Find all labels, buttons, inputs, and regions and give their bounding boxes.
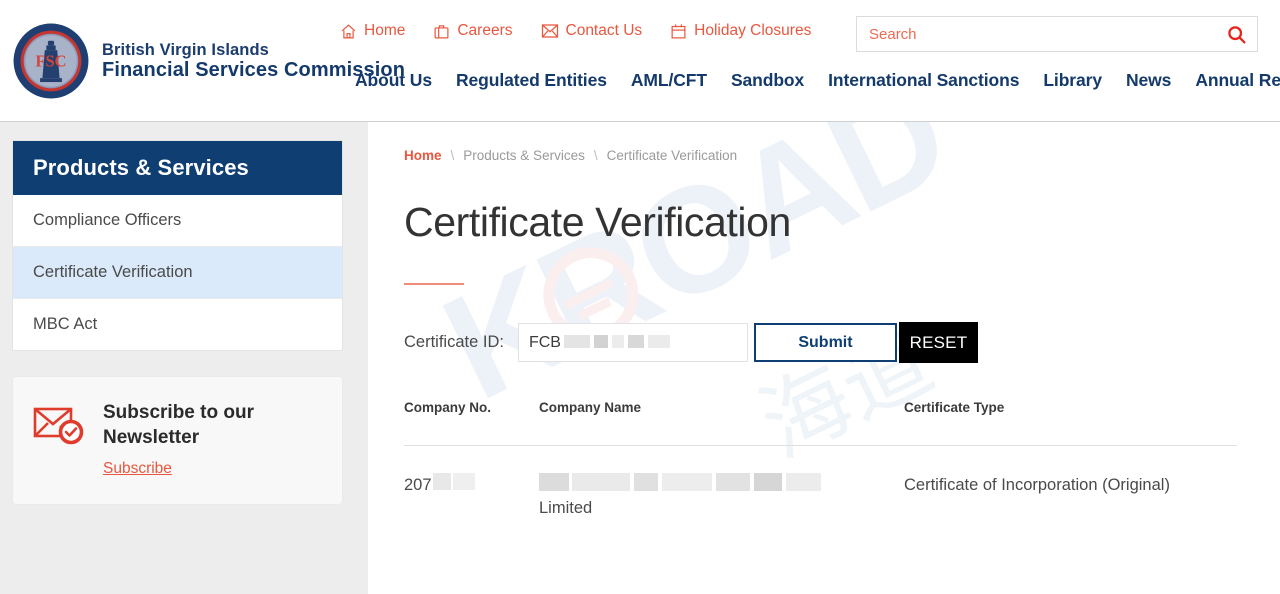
main-nav-international-sanctions[interactable]: International Sanctions [828, 70, 1019, 91]
sidebar-item-certificate-verification[interactable]: Certificate Verification [13, 247, 342, 299]
main-nav-library[interactable]: Library [1043, 70, 1102, 91]
sidebar-item-label: Certificate Verification [33, 263, 193, 281]
util-nav-holiday-closures-label: Holiday Closures [694, 22, 812, 39]
certificate-search-form: Certificate ID: Submit RESET [404, 322, 1256, 363]
results-table-body: 207 Limited Certificate of Incorporation… [404, 446, 1237, 521]
certificate-id-label: Certificate ID: [404, 333, 504, 351]
breadcrumb: Home \ Products & Services \ Certificate… [404, 148, 1256, 163]
home-icon [340, 23, 357, 40]
main-nav: About Us Regulated Entities AML/CFT Sand… [355, 70, 1280, 91]
newsletter-card: Subscribe to our Newsletter Subscribe [12, 376, 343, 506]
main-nav-about-us[interactable]: About Us [355, 70, 432, 91]
sidebar-heading: Products & Services [13, 141, 342, 195]
briefcase-icon [433, 23, 450, 40]
column-header-company-name: Company Name [539, 400, 642, 415]
newsletter-subscribe-link[interactable]: Subscribe [103, 460, 172, 478]
breadcrumb-separator: \ [450, 148, 455, 163]
page-title: Certificate Verification [404, 199, 791, 245]
certificate-id-input[interactable] [517, 323, 748, 362]
sidebar-item-mbc-act[interactable]: MBC Act [13, 299, 342, 350]
site-header: FSC British Virgin Islands Financial Ser… [0, 0, 1280, 122]
fsc-seal-icon: FSC [13, 23, 89, 99]
breadcrumb-current: Certificate Verification [606, 148, 738, 163]
envelope-icon [541, 23, 559, 39]
sidebar-item-label: MBC Act [33, 315, 98, 333]
search-button[interactable] [1215, 17, 1257, 51]
submit-button[interactable]: Submit [753, 323, 897, 362]
newsletter-title: Subscribe to our Newsletter [103, 402, 254, 448]
page-body: Products & Services Compliance Officers … [0, 122, 1280, 594]
column-header-company-no: Company No. [404, 400, 492, 415]
main-nav-aml-cft[interactable]: AML/CFT [631, 70, 707, 91]
util-nav-careers-label: Careers [457, 22, 513, 39]
util-nav-home-label: Home [364, 22, 406, 39]
company-name-suffix: Limited [539, 499, 593, 518]
calendar-icon [670, 23, 687, 40]
main-nav-annual-returns[interactable]: Annual Returns [1195, 70, 1280, 91]
table-row: 207 Limited Certificate of Incorporation… [404, 446, 1237, 521]
sidebar: Products & Services Compliance Officers … [0, 122, 368, 594]
redaction-overlay-company-name [539, 473, 821, 492]
sidebar-menu: Products & Services Compliance Officers … [12, 140, 343, 351]
svg-text:FSC: FSC [36, 51, 67, 70]
brand-line-1: British Virgin Islands [102, 40, 269, 59]
util-nav-home[interactable]: Home [340, 22, 405, 40]
main-content: KROAD 海道 Home \ Products & Services \ Ce… [368, 122, 1280, 594]
results-table-head: Company No. Company Name Certificate Typ… [404, 399, 1237, 446]
search-icon [1227, 25, 1246, 44]
envelope-check-icon [33, 405, 85, 452]
main-nav-news[interactable]: News [1126, 70, 1171, 91]
main-nav-sandbox[interactable]: Sandbox [731, 70, 804, 91]
redaction-overlay-company-no [432, 473, 475, 491]
reset-button[interactable]: RESET [898, 322, 978, 363]
title-divider [404, 283, 464, 285]
util-nav-contact-us-label: Contact Us [565, 22, 643, 39]
sidebar-item-compliance-officers[interactable]: Compliance Officers [13, 195, 342, 247]
cell-certificate-type: Certificate of Incorporation (Original) [904, 476, 1170, 495]
company-no-value: 207 [404, 476, 432, 495]
util-nav-holiday-closures[interactable]: Holiday Closures [670, 22, 811, 40]
main-nav-regulated-entities[interactable]: Regulated Entities [456, 70, 607, 91]
table-header-row: Company No. Company Name Certificate Typ… [404, 399, 1237, 446]
column-header-certificate-type: Certificate Type [904, 400, 1005, 415]
certificate-id-input-wrapper [517, 323, 748, 362]
breadcrumb-home[interactable]: Home [404, 148, 442, 163]
util-nav-careers[interactable]: Careers [433, 22, 513, 40]
sidebar-item-label: Compliance Officers [33, 211, 182, 229]
util-nav-contact-us[interactable]: Contact Us [541, 22, 643, 40]
breadcrumb-separator: \ [593, 148, 598, 163]
search-bar[interactable] [856, 16, 1258, 52]
cell-company-name: Limited [539, 446, 904, 521]
breadcrumb-products-services[interactable]: Products & Services [463, 148, 585, 163]
search-input[interactable] [857, 17, 1215, 51]
results-table: Company No. Company Name Certificate Typ… [404, 399, 1237, 521]
cell-company-no: 207 [404, 446, 539, 521]
utility-nav: Home Careers Contact Us Holiday Closures [340, 22, 811, 40]
